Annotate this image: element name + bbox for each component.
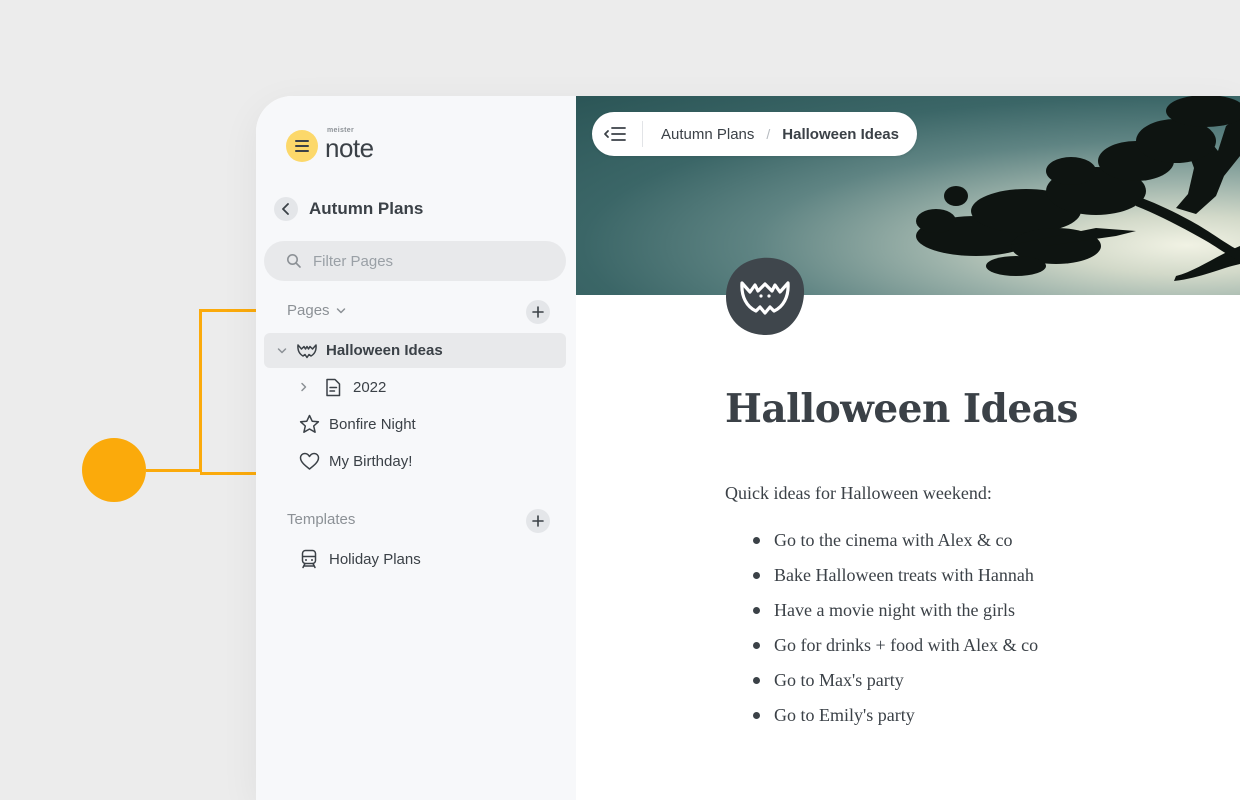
page-item-my-birthday[interactable]: My Birthday! — [298, 450, 412, 472]
templates-section-label: Templates — [287, 511, 356, 528]
annotation-line — [199, 309, 202, 472]
list-item: Bake Halloween treats with Hannah — [750, 561, 1038, 596]
page-emoji-icon[interactable] — [724, 255, 806, 337]
breadcrumb-parent-link[interactable]: Autumn Plans — [661, 126, 754, 143]
page-item-halloween-ideas[interactable]: Halloween Ideas — [264, 333, 566, 368]
annotation-dot — [82, 438, 146, 502]
page-item-2022[interactable]: 2022 — [300, 376, 386, 398]
page-item-label: 2022 — [353, 378, 387, 396]
breadcrumb-current: Halloween Ideas — [782, 125, 899, 143]
app-window: meister note Autumn Plans Pages — [256, 96, 1240, 800]
toggle-sidebar-button[interactable] — [602, 121, 628, 147]
search-icon — [287, 254, 301, 268]
page-item-label: Bonfire Night — [329, 415, 416, 433]
list-item: Go for drinks + food with Alex & co — [750, 631, 1038, 666]
breadcrumb-divider — [642, 121, 643, 147]
notebook-title: Autumn Plans — [309, 199, 424, 218]
pages-section-label: Pages — [287, 302, 330, 319]
page-intro-text: Quick ideas for Halloween weekend: — [725, 483, 992, 503]
breadcrumb: Autumn Plans / Halloween Ideas — [592, 112, 917, 156]
logo-subtext: meister — [327, 126, 355, 134]
ideas-list: Go to the cinema with Alex & co Bake Hal… — [750, 526, 1038, 736]
add-template-button[interactable] — [526, 509, 550, 533]
bat-icon — [296, 340, 318, 362]
chevron-left-icon — [282, 203, 289, 215]
pages-section-toggle[interactable]: Pages — [287, 302, 346, 319]
template-item-label: Holiday Plans — [329, 550, 421, 568]
mindmap-header: Autumn Plans — [274, 197, 423, 221]
document-icon — [322, 376, 344, 398]
logo-text: meister note — [325, 127, 374, 164]
chevron-down-icon — [336, 307, 345, 313]
filter-pages-input[interactable] — [311, 251, 535, 271]
logo-icon — [286, 130, 318, 162]
logo: meister note — [286, 126, 374, 166]
back-button[interactable] — [274, 197, 298, 221]
page-item-bonfire-night[interactable]: Bonfire Night — [298, 413, 416, 435]
sidebar: meister note Autumn Plans Pages — [256, 96, 576, 800]
page-item-label: Halloween Ideas — [326, 342, 443, 359]
heart-icon — [298, 450, 320, 472]
logo-wordmark: note — [325, 132, 374, 163]
breadcrumb-separator: / — [766, 126, 771, 142]
list-item: Go to Emily's party — [750, 701, 1038, 736]
plus-icon — [532, 306, 544, 318]
chevron-right-icon[interactable] — [300, 382, 308, 392]
page-content: Autumn Plans / Halloween Ideas Halloween… — [576, 96, 1240, 800]
train-icon — [298, 548, 320, 570]
cover-image: Autumn Plans / Halloween Ideas — [576, 96, 1240, 295]
plus-icon — [532, 515, 544, 527]
star-icon — [298, 413, 320, 435]
collapse-menu-icon — [604, 127, 626, 141]
page-title: Halloween Ideas — [725, 386, 1078, 432]
bat-icon — [726, 257, 805, 335]
templates-section-header: Templates — [287, 511, 355, 528]
list-item: Go to Max's party — [750, 666, 1038, 701]
list-item: Have a movie night with the girls — [750, 596, 1038, 631]
chevron-down-icon[interactable] — [277, 347, 287, 355]
filter-pages-field[interactable] — [264, 241, 566, 281]
template-item-holiday-plans[interactable]: Holiday Plans — [298, 548, 421, 570]
page-item-label: My Birthday! — [329, 452, 413, 470]
add-page-button[interactable] — [526, 300, 550, 324]
list-item: Go to the cinema with Alex & co — [750, 526, 1038, 561]
annotation-line — [146, 469, 200, 472]
